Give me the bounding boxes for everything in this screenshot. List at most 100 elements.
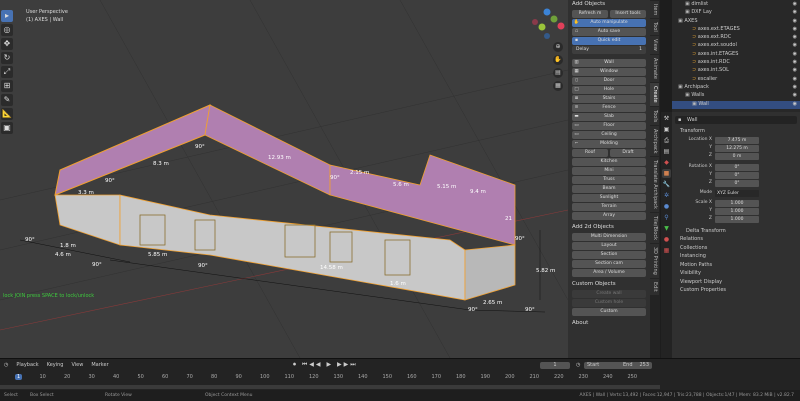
output-tab-icon[interactable]: ⎙	[662, 136, 671, 145]
add-window-button[interactable]: ▦ Window	[572, 68, 646, 76]
location-z-field[interactable]: 0 m	[715, 152, 759, 160]
tab-tile-block[interactable]: Tile/Block	[650, 213, 659, 244]
outliner-row[interactable]: ⊃ axes.int.RDC ◉	[672, 59, 800, 67]
outliner-row[interactable]: ▣ Archipack ◉	[672, 84, 800, 92]
custom-objects-header[interactable]: Custom Objects	[568, 280, 650, 289]
view-layer-tab-icon[interactable]: ▤	[662, 147, 671, 156]
add-terrain-button[interactable]: Terrain	[572, 203, 646, 211]
tab-create[interactable]: Create	[650, 82, 659, 106]
tab-archipack[interactable]: Archipack	[650, 125, 659, 157]
outliner-row[interactable]: ▣ DXF Lay ◉	[672, 9, 800, 17]
outliner-row[interactable]: ⊃ axes.int.ETAGES ◉	[672, 51, 800, 59]
add-sunlight-button[interactable]: Sunlight	[572, 194, 646, 202]
visibility-eye-icon[interactable]: ◉	[793, 59, 797, 65]
visibility-eye-icon[interactable]: ◉	[793, 84, 797, 90]
add-array-button[interactable]: Array	[572, 212, 646, 220]
collections-header[interactable]: Collections	[672, 245, 800, 254]
modifier-tab-icon[interactable]: 🔧	[662, 180, 671, 189]
add-truss-button[interactable]: Truss	[572, 176, 646, 184]
visibility-header[interactable]: Visibility	[672, 270, 800, 279]
outliner-row[interactable]: ⊃ axes.ext.RDC ◉	[672, 34, 800, 42]
3d-viewport[interactable]: ▸ ◎ ✥ ↻ ⤢ ⊞ ✎ 📐 ▣ User Perspective (1) A…	[0, 0, 568, 358]
quick-edit-toggle[interactable]: ▪ Quick edit	[572, 37, 646, 45]
keying-menu[interactable]: Keying	[47, 362, 64, 368]
about-header[interactable]: About	[568, 319, 650, 328]
cursor-tool-icon[interactable]: ◎	[1, 24, 13, 36]
tab-edit[interactable]: Edit	[650, 279, 659, 295]
tab-view[interactable]: View	[650, 36, 659, 54]
scene-tab-icon[interactable]: ◆	[662, 158, 671, 167]
auto-manipulate-toggle[interactable]: ✋ Auto manipulate	[572, 19, 646, 27]
insert-tools-button[interactable]: Insert tools	[610, 10, 646, 18]
rotation-mode-select[interactable]: XYZ Euler	[715, 189, 759, 197]
visibility-eye-icon[interactable]: ◉	[793, 9, 797, 15]
data-tab-icon[interactable]: ▼	[662, 224, 671, 233]
add-wall-button[interactable]: ▥ Wall	[572, 59, 646, 67]
outliner-row[interactable]: ▣ dimlist ◉	[672, 1, 800, 9]
scale-tool-icon[interactable]: ⤢	[1, 66, 13, 78]
visibility-eye-icon[interactable]: ◉	[793, 101, 797, 107]
relations-header[interactable]: Relations	[672, 236, 800, 245]
rotation-x-field[interactable]: 0°	[715, 163, 759, 171]
visibility-eye-icon[interactable]: ◉	[793, 51, 797, 57]
visibility-eye-icon[interactable]: ◉	[793, 76, 797, 82]
outliner-row[interactable]: ▣ Walls ◉	[672, 92, 800, 100]
render-tab-icon[interactable]: ▣	[662, 125, 671, 134]
outliner-row[interactable]: ▣ Wall ◉	[672, 100, 800, 109]
delta-transform-header[interactable]: Delta Transform	[672, 228, 800, 237]
add-ceiling-button[interactable]: ▭ Ceiling	[572, 131, 646, 139]
multi-dimension-button[interactable]: Multi Dimension	[572, 233, 646, 241]
transform-tool-icon[interactable]: ⊞	[1, 80, 13, 92]
add-2d-objects-header[interactable]: Add 2d Objects	[568, 223, 650, 232]
add-kitchen-button[interactable]: Kitchen	[572, 158, 646, 166]
rotate-tool-icon[interactable]: ↻	[1, 52, 13, 64]
tab-tools[interactable]: Tools	[650, 106, 659, 125]
physics-tab-icon[interactable]: ●	[662, 202, 671, 211]
add-draft-button[interactable]: Draft	[610, 149, 646, 157]
current-frame-field[interactable]: 1	[540, 362, 570, 369]
zoom-icon[interactable]: ⊕	[553, 42, 563, 52]
add-hole-button[interactable]: □ Hole	[572, 86, 646, 94]
add-stairs-button[interactable]: ≣ Stairs	[572, 95, 646, 103]
add-cube-tool-icon[interactable]: ▣	[1, 122, 13, 134]
marker-menu[interactable]: Marker	[91, 362, 108, 368]
add-floor-button[interactable]: ▭ Floor	[572, 122, 646, 130]
visibility-eye-icon[interactable]: ◉	[793, 67, 797, 73]
view-menu[interactable]: View	[71, 362, 83, 368]
custom-properties-header[interactable]: Custom Properties	[672, 287, 800, 296]
layout-button[interactable]: Layout	[572, 242, 646, 250]
measure-tool-icon[interactable]: 📐	[1, 108, 13, 120]
object-name-field[interactable]: ▪ Wall	[675, 116, 797, 124]
delay-field[interactable]: Delay 1	[572, 46, 646, 54]
select-tool-icon[interactable]: ▸	[1, 10, 13, 22]
particles-tab-icon[interactable]: ✲	[662, 191, 671, 200]
constraints-tab-icon[interactable]: ⚲	[662, 213, 671, 222]
timeline-scrollbar[interactable]	[0, 385, 660, 389]
add-roof-button[interactable]: Roof	[572, 149, 608, 157]
texture-tab-icon[interactable]: ▦	[662, 246, 671, 255]
viewport-display-header[interactable]: Viewport Display	[672, 279, 800, 288]
playback-controls[interactable]: ⏺ ⏮◀◀ ▶ ▶▶⏭	[293, 361, 358, 369]
add-fence-button[interactable]: ≡ Fence	[572, 104, 646, 112]
add-molding-button[interactable]: ⌐ Molding	[572, 140, 646, 148]
add-mini-button[interactable]: Mini	[572, 167, 646, 175]
location-y-field[interactable]: 12.275 m	[715, 144, 759, 152]
tab-tool[interactable]: Tool	[650, 19, 659, 36]
custom-button[interactable]: Custom	[572, 308, 646, 316]
outliner-row[interactable]: ⊃ escalier ◉	[672, 76, 800, 84]
editor-type-icon[interactable]: ◷	[4, 362, 8, 368]
visibility-eye-icon[interactable]: ◉	[793, 18, 797, 24]
auto-save-toggle[interactable]: ▫ Auto save	[572, 28, 646, 36]
playback-menu[interactable]: Playback	[16, 362, 38, 368]
camera-icon[interactable]: ▤	[553, 68, 563, 78]
create-wall-button[interactable]: Create wall	[572, 290, 646, 298]
location-x-field[interactable]: 7.475 m	[715, 136, 759, 144]
material-tab-icon[interactable]: ●	[662, 235, 671, 244]
tab-animate[interactable]: Animate	[650, 54, 659, 82]
visibility-eye-icon[interactable]: ◉	[793, 42, 797, 48]
ortho-grid-icon[interactable]: ▦	[553, 81, 563, 91]
area-volume-button[interactable]: Area / Volume	[572, 269, 646, 277]
add-slab-button[interactable]: ▬ Slab	[572, 113, 646, 121]
rotation-y-field[interactable]: 0°	[715, 171, 759, 179]
transform-panel-header[interactable]: Transform	[672, 128, 800, 137]
